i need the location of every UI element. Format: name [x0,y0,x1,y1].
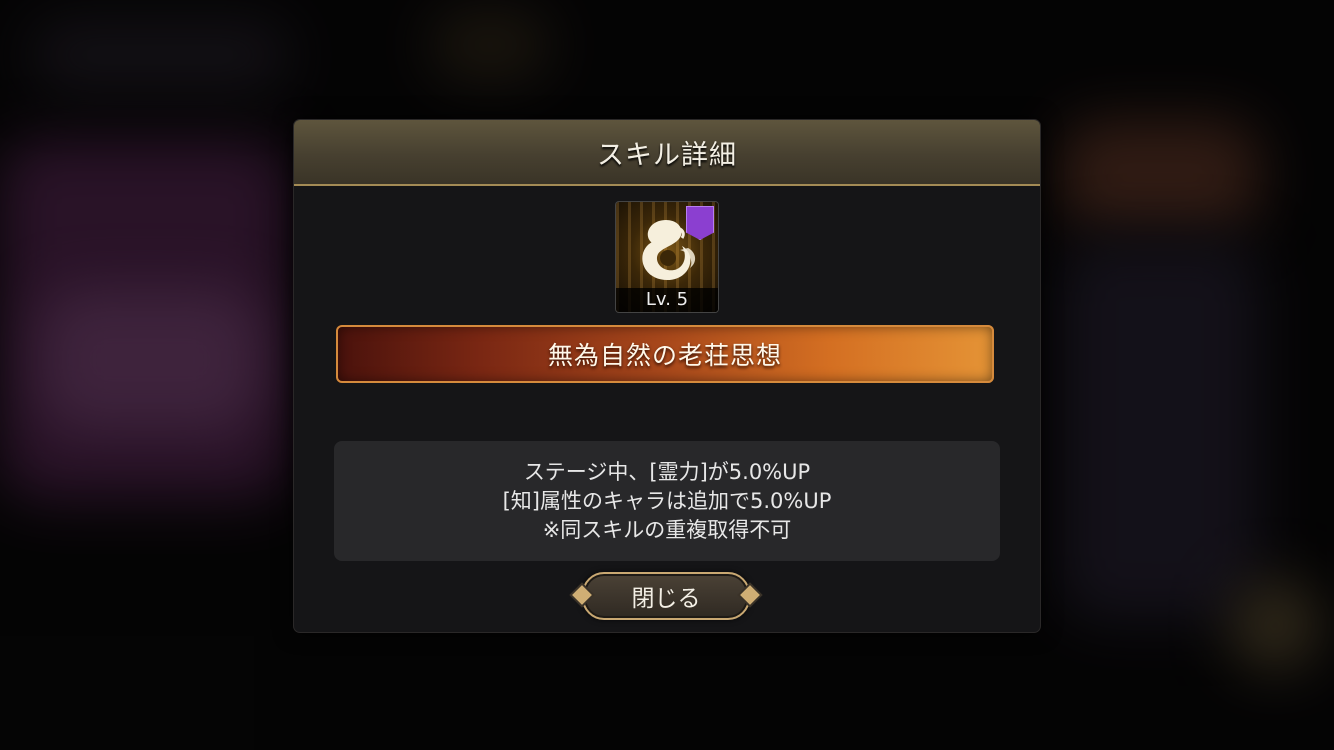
ornament-diamond-right [740,585,760,605]
close-button[interactable]: 閉じる [572,572,760,620]
skill-name-banner: 無為自然の老荘思想 [336,325,994,383]
description-line: [知]属性のキャラは追加で5.0%UP [502,488,832,513]
skill-icon-frame: Lv. 5 [616,202,718,312]
description-line: ステージ中、[霊力]が5.0%UP [523,459,811,484]
skill-description-box: ステージ中、[霊力]が5.0%UP [知]属性のキャラは追加で5.0%UP ※同… [334,441,1000,561]
dialog-title: スキル詳細 [597,139,737,171]
skill-detail-dialog: スキル詳細 Lv. 5 無為自然の老荘思想 ステージ中、[霊力]が5.0%UP … [294,120,1040,632]
skill-level: Lv. 5 [616,288,718,312]
dialog-header: スキル詳細 [294,120,1040,186]
description-line: ※同スキルの重複取得不可 [542,517,792,542]
ornament-diamond-left [572,585,592,605]
close-button-label: 閉じる [631,586,701,612]
skill-name: 無為自然の老荘思想 [547,341,782,370]
